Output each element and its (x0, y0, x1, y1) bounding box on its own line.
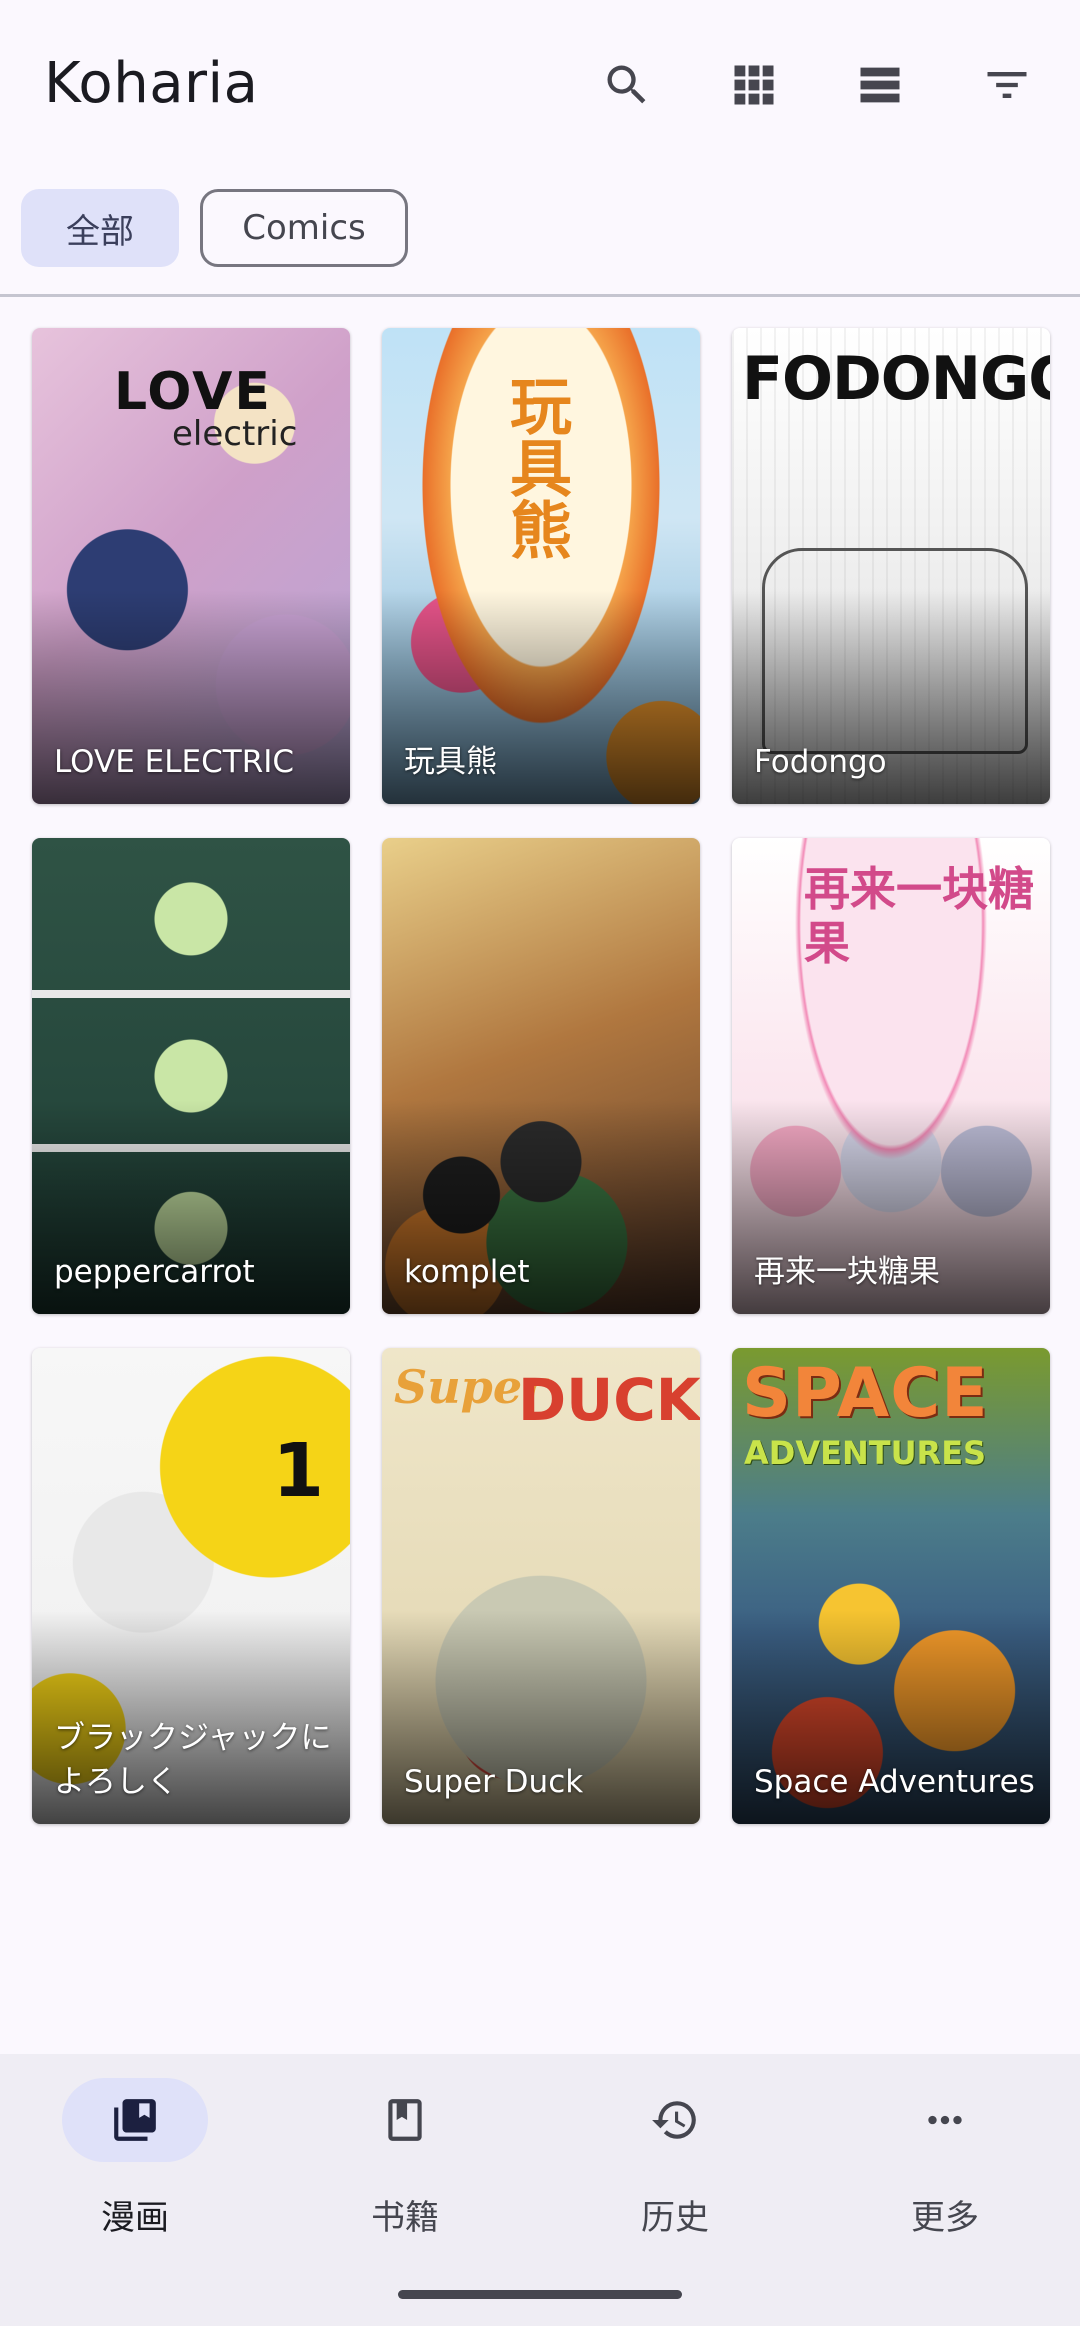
comic-title: 再来一块糖果 (754, 1254, 940, 1290)
nav-item-more[interactable]: 更多 (846, 2078, 1026, 2238)
home-indicator[interactable] (398, 2290, 682, 2299)
cover-text: LOVE (114, 362, 272, 422)
nav-label: 更多 (911, 2198, 979, 2238)
comic-title: Super Duck (404, 1764, 584, 1800)
category-chips: 全部 Comics (0, 186, 1080, 286)
comic-title: 玩具熊 (404, 744, 497, 780)
search-button[interactable] (595, 53, 659, 117)
nav-label: 历史 (641, 2198, 709, 2238)
grid-view-button[interactable] (722, 53, 786, 117)
chip-comics[interactable]: Comics (200, 189, 408, 267)
nav-item-history[interactable]: 历史 (576, 2078, 756, 2238)
filter-icon (987, 72, 1027, 98)
nav-indicator (332, 2078, 478, 2162)
cover-text: 玩具熊 (499, 374, 572, 560)
nav-indicator (62, 2078, 208, 2162)
cover-text: SPACE (742, 1354, 989, 1433)
search-icon (607, 65, 646, 104)
more-horizontal-icon (928, 2115, 962, 2125)
nav-indicator (872, 2078, 1018, 2162)
comic-card[interactable]: komplet (382, 838, 700, 1314)
comic-card[interactable]: Super DUCK Super Duck (382, 1348, 700, 1824)
chip-all[interactable]: 全部 (21, 189, 179, 267)
grid-view-icon (734, 65, 774, 105)
nav-item-comics[interactable]: 漫画 (36, 2078, 216, 2238)
comic-title: Space Adventures (754, 1764, 1035, 1800)
comic-card[interactable]: 再来一块糖果 再来一块糖果 (732, 838, 1050, 1314)
cover-text: ADVENTURES (744, 1434, 987, 1472)
comic-title: LOVE ELECTRIC (54, 744, 295, 780)
nav-label: 书籍 (371, 2198, 439, 2238)
cover-text: DUCK (518, 1366, 700, 1434)
filter-button[interactable] (975, 53, 1039, 117)
comic-card[interactable]: SPACE ADVENTURES Space Adventures (732, 1348, 1050, 1824)
comic-title: komplet (404, 1254, 530, 1290)
comic-card[interactable]: peppercarrot (32, 838, 350, 1314)
cover-text: FODONGO (742, 344, 1050, 414)
list-view-icon (860, 67, 900, 103)
nav-indicator (602, 2078, 748, 2162)
app-title: Koharia (44, 51, 259, 116)
comic-title: ブラックジャックによろしく (54, 1720, 332, 1800)
bottom-navigation: 漫画 书籍 历史 更多 (0, 2054, 1080, 2326)
comic-title: peppercarrot (54, 1254, 255, 1290)
list-view-button[interactable] (848, 53, 912, 117)
divider (0, 294, 1080, 297)
top-app-bar: Koharia (0, 0, 1080, 170)
cover-text: electric (172, 414, 298, 454)
comic-card[interactable]: FODONGO Fodongo (732, 328, 1050, 804)
comic-card[interactable]: 玩具熊 玩具熊 (382, 328, 700, 804)
cover-text: 再来一块糖果 (804, 862, 1034, 970)
history-icon (652, 2101, 696, 2139)
cover-text: 1 (272, 1428, 325, 1514)
comic-card[interactable]: LOVE electric LOVE ELECTRIC (32, 328, 350, 804)
nav-item-books[interactable]: 书籍 (306, 2078, 486, 2238)
comic-card[interactable]: 1 ブラックジャックによろしく (32, 1348, 350, 1824)
book-icon (388, 2099, 422, 2141)
nav-label: 漫画 (101, 2198, 169, 2238)
comic-title: Fodongo (754, 744, 887, 780)
comics-library-icon (114, 2099, 156, 2141)
